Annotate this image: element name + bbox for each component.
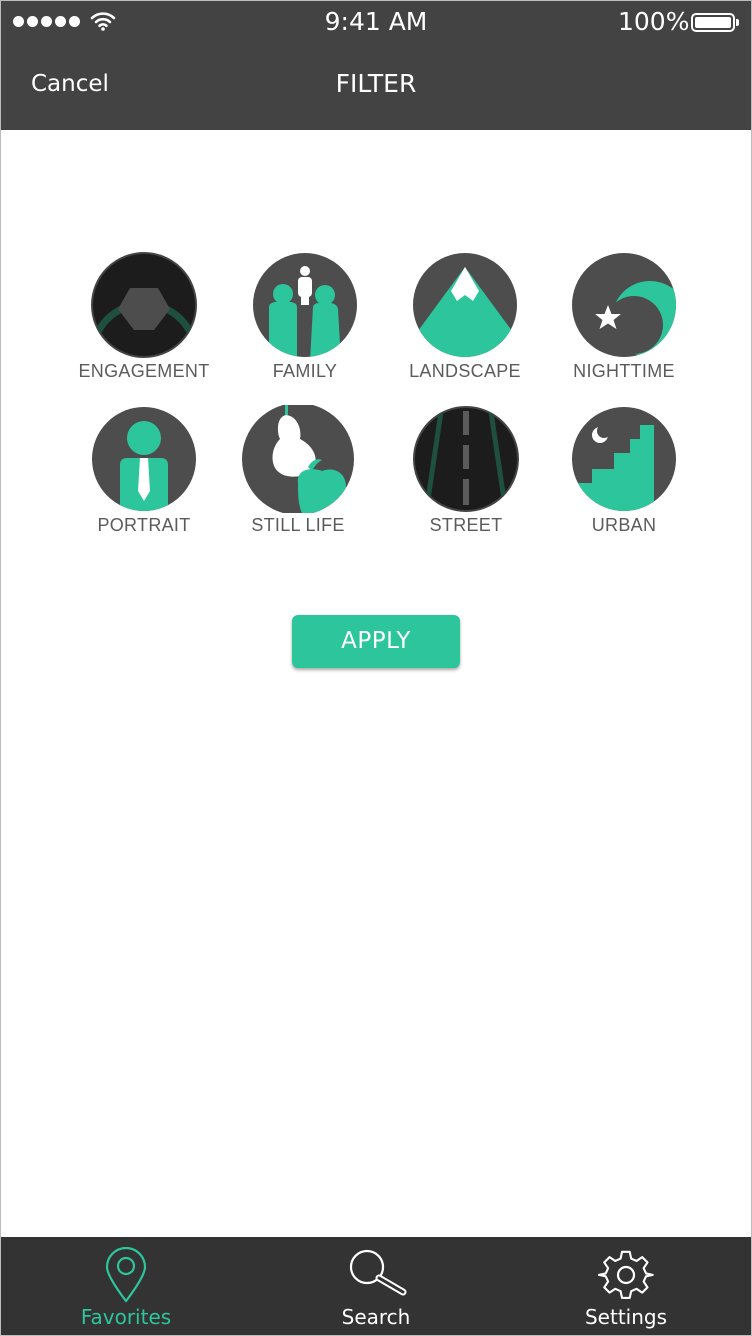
category-nighttime[interactable]: NIGHTTIME xyxy=(549,251,699,382)
gear-icon xyxy=(598,1250,654,1299)
category-portrait[interactable]: PORTRAIT xyxy=(69,405,219,536)
screen: 9:41 AM 100% Cancel FILTER ENGAGEMENT FA… xyxy=(0,0,752,1336)
tab-search[interactable]: Search xyxy=(251,1237,501,1335)
tab-favorites[interactable]: Favorites xyxy=(1,1237,251,1335)
category-street[interactable]: STREET xyxy=(391,405,541,536)
tab-label: Search xyxy=(341,1305,411,1329)
tab-label: Settings xyxy=(584,1305,668,1329)
ring-icon xyxy=(91,252,197,358)
tab-bar: Favorites Search Settings xyxy=(1,1237,751,1335)
category-label: FAMILY xyxy=(272,361,338,381)
status-bar: 9:41 AM 100% xyxy=(1,1,751,45)
person-tie-icon xyxy=(92,407,196,511)
category-label: STREET xyxy=(429,515,503,535)
skyline-moon-icon xyxy=(572,407,676,511)
category-label: LANDSCAPE xyxy=(409,361,521,381)
location-pin-icon xyxy=(105,1247,147,1303)
category-label: URBAN xyxy=(591,515,657,535)
category-landscape[interactable]: LANDSCAPE xyxy=(390,251,540,382)
battery-icon xyxy=(691,13,735,32)
category-urban[interactable]: URBAN xyxy=(549,405,699,536)
category-engagement[interactable]: ENGAGEMENT xyxy=(69,251,219,382)
category-family[interactable]: FAMILY xyxy=(230,251,380,382)
moon-star-icon xyxy=(572,253,676,357)
category-label: NIGHTTIME xyxy=(573,361,675,381)
apply-button[interactable]: APPLY xyxy=(292,615,460,668)
tab-label: Favorites xyxy=(80,1305,172,1329)
category-label: STILL LIFE xyxy=(251,515,345,535)
magnifier-icon xyxy=(349,1249,407,1296)
mountain-icon xyxy=(413,253,517,357)
category-label: ENGAGEMENT xyxy=(78,361,210,381)
category-label: PORTRAIT xyxy=(97,515,191,535)
top-bar: 9:41 AM 100% Cancel FILTER xyxy=(1,1,751,130)
family-icon xyxy=(253,253,357,357)
category-still-life[interactable]: STILL LIFE xyxy=(223,405,373,536)
page-title: FILTER xyxy=(335,69,417,98)
tab-settings[interactable]: Settings xyxy=(501,1237,751,1335)
battery-nub xyxy=(736,19,739,26)
pear-apple-icon xyxy=(242,405,354,513)
road-icon xyxy=(413,406,519,512)
battery-percent: 100% xyxy=(618,7,690,36)
